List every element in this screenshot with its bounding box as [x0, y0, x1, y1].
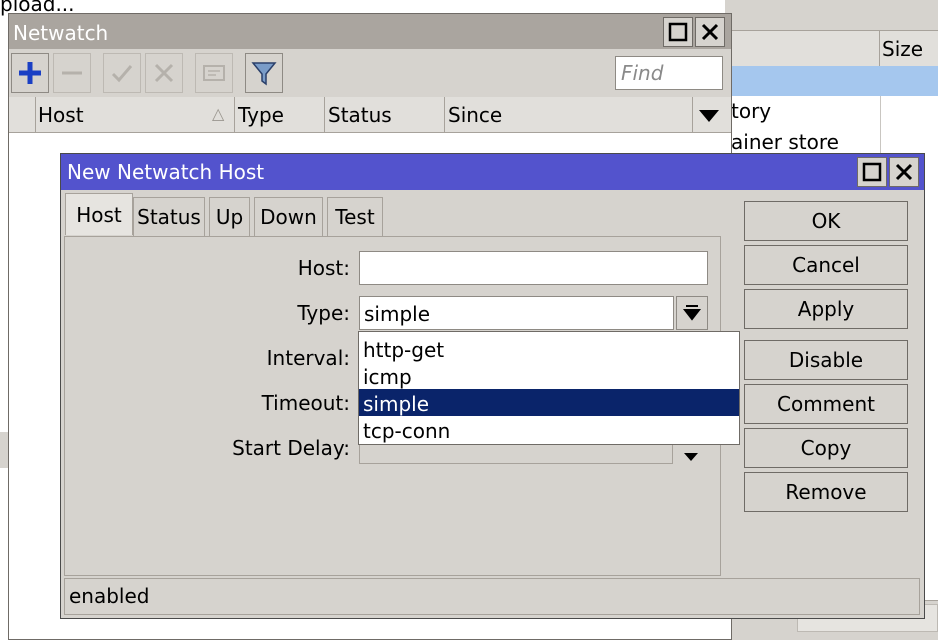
netwatch-title: Netwatch — [13, 21, 109, 45]
type-label: Type: — [297, 301, 350, 325]
close-button[interactable] — [695, 17, 725, 47]
column-header-type[interactable]: Type — [238, 103, 284, 127]
comment-icon — [203, 65, 225, 81]
minus-icon — [62, 71, 82, 75]
type-option-tcp-conn[interactable]: tcp-conn — [359, 416, 739, 443]
close-icon — [701, 23, 719, 41]
type-dropdown-button[interactable] — [676, 296, 708, 330]
maximize-icon — [862, 162, 882, 182]
background-window-toolbar — [725, 0, 938, 31]
filter-icon — [251, 62, 277, 86]
add-button[interactable] — [11, 53, 49, 93]
disable-toolbar-button[interactable] — [145, 53, 183, 93]
dialog-maximize-button[interactable] — [857, 157, 887, 187]
type-option-simple[interactable]: simple — [359, 389, 739, 416]
column-divider — [444, 97, 445, 133]
background-column-header[interactable] — [725, 31, 880, 66]
comment-button[interactable]: Comment — [744, 384, 908, 424]
background-selected-row[interactable] — [725, 66, 938, 96]
status-bar: enabled — [64, 578, 920, 615]
tab-up[interactable]: Up — [209, 197, 250, 237]
type-option-icmp[interactable]: icmp — [359, 362, 739, 389]
sort-ascending-icon: △ — [212, 104, 225, 123]
column-menu-button[interactable] — [697, 106, 721, 130]
comment-toolbar-button[interactable] — [195, 53, 233, 93]
dialog-title: New Netwatch Host — [67, 160, 265, 184]
background-size-column-header[interactable]: Size — [880, 31, 938, 66]
apply-button[interactable]: Apply — [744, 289, 908, 329]
dropdown-arrow-icon — [682, 305, 702, 321]
chevron-down-icon — [699, 110, 719, 122]
start-delay-toggle[interactable] — [683, 444, 699, 468]
copy-button[interactable]: Copy — [744, 428, 908, 468]
background-list-item[interactable]: ainer store — [731, 130, 839, 154]
close-icon — [895, 163, 913, 181]
background-column-divider — [880, 96, 881, 156]
check-icon — [111, 65, 133, 83]
maximize-icon — [668, 22, 688, 42]
column-header-host[interactable]: Host — [38, 103, 84, 127]
column-header-since[interactable]: Since — [448, 103, 502, 127]
find-input[interactable]: Find — [615, 56, 723, 90]
netwatch-title-bar[interactable] — [9, 14, 731, 49]
column-header-status[interactable]: Status — [328, 103, 392, 127]
interval-label: Interval: — [266, 346, 350, 370]
tab-host[interactable]: Host — [65, 193, 133, 235]
ok-button[interactable]: OK — [744, 201, 908, 241]
background-window-title: pload... — [0, 0, 75, 16]
chevron-down-icon — [684, 453, 698, 461]
column-divider — [324, 97, 325, 133]
remove-button[interactable]: Remove — [744, 472, 908, 512]
tab-test[interactable]: Test — [327, 197, 383, 237]
dialog-close-button[interactable] — [889, 157, 919, 187]
tab-status[interactable]: Status — [133, 197, 205, 237]
filter-button[interactable] — [245, 53, 283, 93]
x-icon — [154, 63, 174, 83]
timeout-label: Timeout: — [261, 391, 350, 415]
maximize-button[interactable] — [663, 17, 693, 47]
disable-button[interactable]: Disable — [744, 340, 908, 380]
type-option-http-get[interactable]: http-get — [359, 335, 739, 362]
host-label: Host: — [297, 256, 350, 280]
tab-down[interactable]: Down — [254, 197, 323, 237]
type-select[interactable]: simple — [359, 296, 674, 330]
host-input[interactable] — [359, 251, 708, 285]
plus-icon — [19, 62, 41, 84]
enable-button[interactable] — [103, 53, 141, 93]
column-divider — [35, 97, 36, 133]
remove-toolbar-button[interactable] — [53, 53, 91, 93]
column-divider — [692, 97, 693, 133]
background-list-item[interactable]: tory — [731, 99, 771, 123]
start-delay-label: Start Delay: — [232, 436, 350, 460]
cancel-button[interactable]: Cancel — [744, 245, 908, 285]
column-divider — [234, 97, 235, 133]
